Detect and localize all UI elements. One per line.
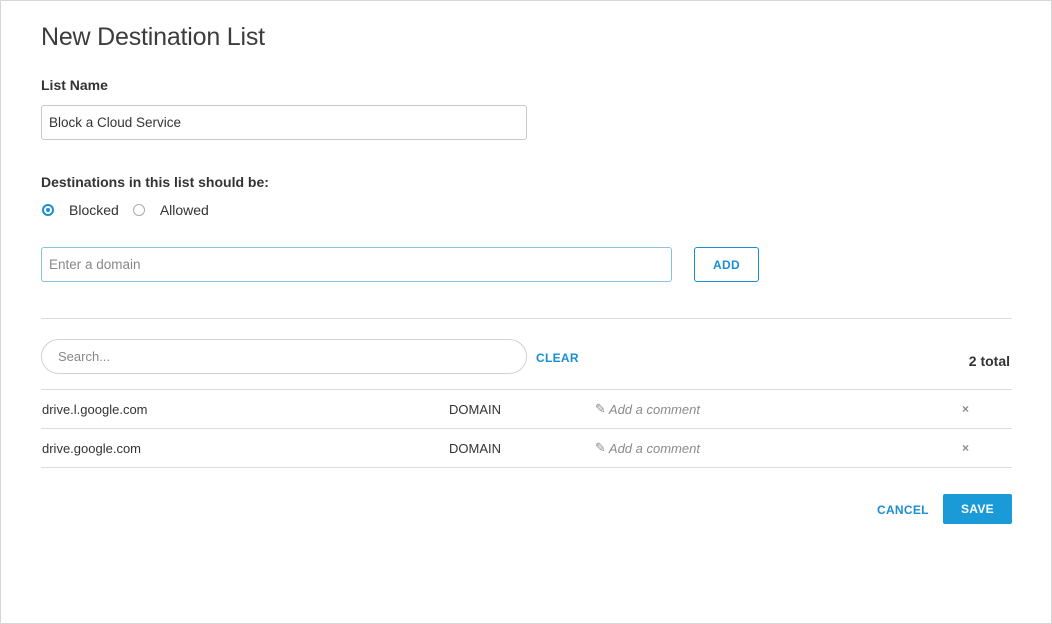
remove-icon[interactable]: ×	[962, 390, 969, 428]
section-divider	[41, 318, 1012, 319]
destination-type-radio-group: Blocked Allowed	[42, 200, 209, 220]
pencil-icon: ✎	[595, 440, 606, 455]
dialog: New Destination List List Name Destinati…	[0, 0, 1052, 624]
cancel-button[interactable]: CANCEL	[877, 503, 929, 517]
pencil-icon: ✎	[595, 401, 606, 416]
type-cell: DOMAIN	[449, 401, 501, 417]
blocked-radio-label[interactable]: Blocked	[69, 202, 119, 218]
domain-cell: drive.l.google.com	[42, 401, 148, 417]
allowed-radio[interactable]	[132, 204, 145, 216]
add-button[interactable]: ADD	[694, 247, 759, 282]
remove-icon[interactable]: ×	[962, 429, 969, 467]
destinations-label: Destinations in this list should be:	[41, 174, 269, 190]
page-title: New Destination List	[41, 23, 265, 51]
add-comment-label: Add a comment	[608, 401, 700, 417]
add-comment-link[interactable]: ✎ Add a comment	[595, 429, 700, 467]
list-name-label: List Name	[41, 77, 108, 93]
clear-button[interactable]: CLEAR	[536, 351, 579, 365]
domain-cell: drive.google.com	[42, 440, 141, 456]
add-comment-link[interactable]: ✎ Add a comment	[595, 390, 700, 428]
domain-input[interactable]	[41, 247, 672, 282]
type-cell: DOMAIN	[449, 440, 501, 456]
blocked-radio[interactable]	[42, 204, 54, 216]
add-comment-label: Add a comment	[608, 440, 700, 456]
list-name-input[interactable]	[41, 105, 527, 140]
save-button[interactable]: SAVE	[943, 494, 1012, 524]
table-row: drive.google.com DOMAIN ✎ Add a comment …	[41, 429, 1012, 468]
search-input[interactable]	[41, 339, 527, 374]
table-row: drive.l.google.com DOMAIN ✎ Add a commen…	[41, 390, 1012, 429]
allowed-radio-label[interactable]: Allowed	[160, 202, 209, 218]
total-count: 2 total	[968, 353, 1010, 369]
